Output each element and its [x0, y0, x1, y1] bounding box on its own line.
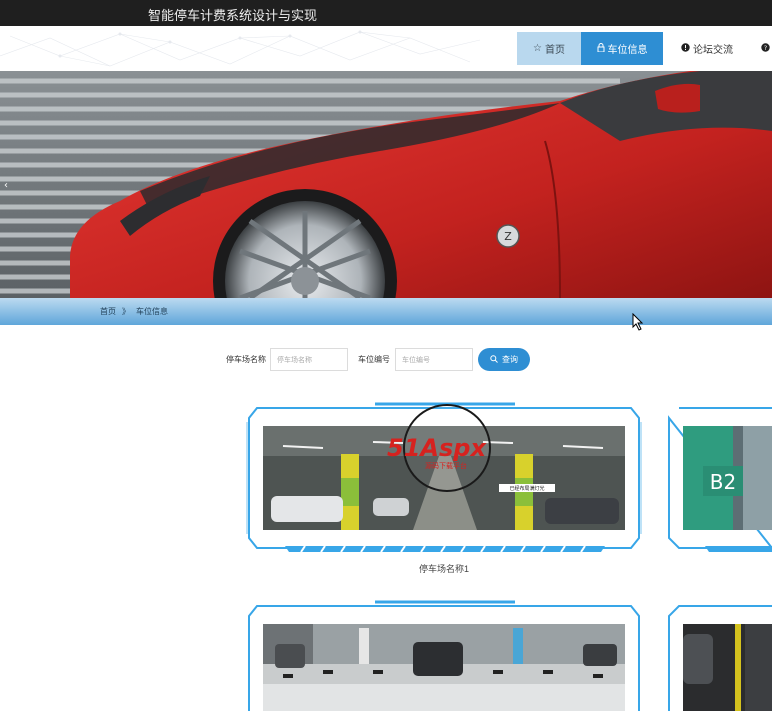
nav-parking-spaces[interactable]: 车位信息 [581, 32, 663, 65]
app-title: 智能停车计费系统设计与实现 [148, 8, 318, 23]
parking-lot-card[interactable] [245, 600, 643, 711]
watermark-brand: 51Aspx [387, 434, 487, 462]
parking-lot-photo [683, 624, 772, 711]
search-button-label: 查询 [502, 355, 518, 364]
breadcrumb-separator: 》 [122, 307, 130, 316]
search-button[interactable]: 查询 [478, 348, 530, 371]
mouse-cursor-icon [632, 313, 644, 331]
lot-name-input[interactable]: 停车场名称 [270, 348, 348, 371]
red-sports-car-image: Z ‹ [0, 71, 772, 298]
parking-lot-photo: B2 [683, 426, 772, 530]
parking-lot-card[interactable]: B2 [665, 402, 772, 554]
nav-forum-label: 论坛交流 [693, 45, 733, 56]
hero-banner: Z ‹ [0, 71, 772, 298]
nav-forum[interactable]: 论坛交流 [676, 32, 738, 65]
parking-lot-photo [263, 624, 625, 711]
svg-text:Z: Z [504, 230, 512, 243]
top-title-bar: 智能停车计费系统设计与实现 [0, 0, 772, 26]
lot-name-label: 停车场名称 [226, 355, 266, 364]
nav-spaces-label: 车位信息 [607, 45, 648, 56]
parking-lot-card[interactable] [665, 600, 772, 711]
watermark-logo: 51Aspx 源码下载平台 [387, 404, 491, 492]
nav-bar: ☆ 首页 车位信息 论坛交流 ? [0, 26, 772, 71]
breadcrumb-home[interactable]: 首页 [100, 306, 116, 317]
photo-sign-text: 已经布局满灯光 [509, 485, 544, 492]
star-icon: ☆ [533, 43, 542, 54]
nav-home[interactable]: ☆ 首页 [517, 32, 581, 65]
nav-home-label: 首页 [544, 45, 565, 56]
nav-help[interactable]: ? [758, 32, 772, 65]
svg-text:?: ? [763, 44, 766, 52]
breadcrumb-current: 车位信息 [136, 307, 168, 316]
help-icon: ? [760, 42, 770, 55]
photo-sign-text: B2 [710, 470, 736, 494]
space-number-input[interactable]: 车位编号 [395, 348, 473, 371]
space-number-label: 车位编号 [358, 355, 390, 364]
nav-background-decoration [0, 30, 481, 67]
search-icon [490, 354, 498, 365]
search-bar: 停车场名称 停车场名称 车位编号 车位编号 查询 [0, 347, 772, 373]
watermark-sub: 源码下载平台 [425, 461, 467, 470]
info-icon [681, 42, 690, 55]
breadcrumb: 首页 》 车位信息 [0, 298, 772, 325]
banner-prev-arrow: ‹ [4, 180, 8, 191]
card-caption: 停车场名称1 [419, 564, 470, 574]
lock-icon [597, 42, 605, 55]
